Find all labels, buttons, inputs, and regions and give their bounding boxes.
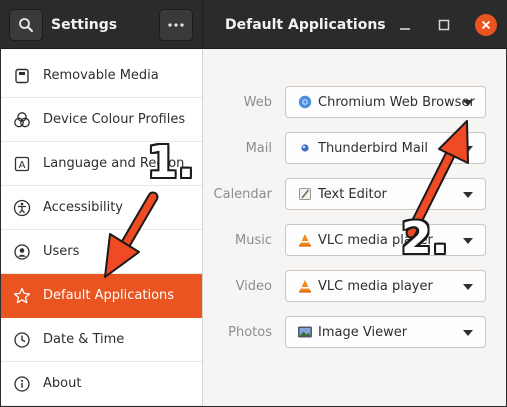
accessibility-icon [1,199,43,217]
mail-label: Mail [245,141,272,156]
chevron-down-icon [463,146,473,152]
header-left-pane: Settings [1,1,203,49]
music-app-dropdown[interactable]: VLC media player [285,224,486,256]
clock-icon [1,331,43,348]
minimize-button[interactable] [396,16,414,34]
chromium-icon [296,94,314,110]
removable-media-icon [1,68,43,84]
mail-app-value: Thunderbird Mail [318,140,429,156]
web-label: Web [243,95,272,110]
svg-text:A: A [19,160,26,171]
minimize-icon [400,28,410,30]
chevron-down-icon [463,100,473,106]
sidebar-item-label: Device Colour Profiles [43,112,186,127]
sidebar: Removable Media Device Colour Profiles A… [1,50,203,406]
sidebar-item-label: About [43,376,82,391]
chevron-down-icon [463,192,473,198]
sidebar-item-label: Accessibility [43,200,123,215]
video-app-value: VLC media player [318,278,433,294]
search-button[interactable] [9,9,43,41]
sidebar-item-accessibility[interactable]: Accessibility [1,186,202,230]
language-icon: A [1,156,43,172]
calendar-label: Calendar [213,187,272,202]
annotation-step-1: 1. [147,137,195,188]
web-app-dropdown[interactable]: Chromium Web Browser [285,86,486,118]
page-title: Default Applications [225,17,386,33]
more-dots-icon [168,23,184,27]
chevron-down-icon [463,330,473,336]
sidebar-item-removable-media[interactable]: Removable Media [1,54,202,98]
chevron-down-icon [463,284,473,290]
colour-profiles-icon [1,111,43,129]
photos-label: Photos [228,325,272,340]
sidebar-item-users[interactable]: Users [1,230,202,274]
close-button[interactable] [475,14,497,36]
sidebar-item-date-and-time[interactable]: Date & Time [1,318,202,362]
photos-app-dropdown[interactable]: Image Viewer [285,316,486,348]
settings-title: Settings [51,17,118,33]
info-icon [1,375,43,392]
default-apps-icon [1,287,43,305]
vlc-icon [296,278,314,294]
video-label: Video [235,279,272,294]
thunderbird-icon [296,140,314,156]
mail-app-dropdown[interactable]: Thunderbird Mail [285,132,486,164]
primary-menu-button[interactable] [159,9,193,41]
vlc-icon [296,232,314,248]
users-icon [1,243,43,260]
maximize-button[interactable] [435,16,453,34]
calendar-app-value: Text Editor [318,186,387,202]
sidebar-item-label: Date & Time [43,332,125,347]
search-icon [19,18,33,32]
sidebar-item-default-applications[interactable]: Default Applications [1,274,202,318]
close-icon [481,20,491,30]
calendar-app-dropdown[interactable]: Text Editor [285,178,486,210]
sidebar-item-label: Default Applications [43,288,175,303]
settings-window: Settings Default Applications Removable … [0,0,507,407]
web-app-value: Chromium Web Browser [318,94,475,110]
video-app-dropdown[interactable]: VLC media player [285,270,486,302]
maximize-icon [438,19,450,31]
sidebar-item-label: Users [43,244,80,259]
annotation-step-2: 2. [401,213,449,264]
sidebar-item-label: Removable Media [43,68,159,83]
photos-app-value: Image Viewer [318,324,408,340]
sidebar-item-device-colour-profiles[interactable]: Device Colour Profiles [1,98,202,142]
text-editor-icon [296,186,314,202]
sidebar-item-about[interactable]: About [1,362,202,406]
image-viewer-icon [296,324,314,340]
music-label: Music [235,233,272,248]
chevron-down-icon [463,238,473,244]
header-bar: Settings Default Applications [1,1,506,49]
